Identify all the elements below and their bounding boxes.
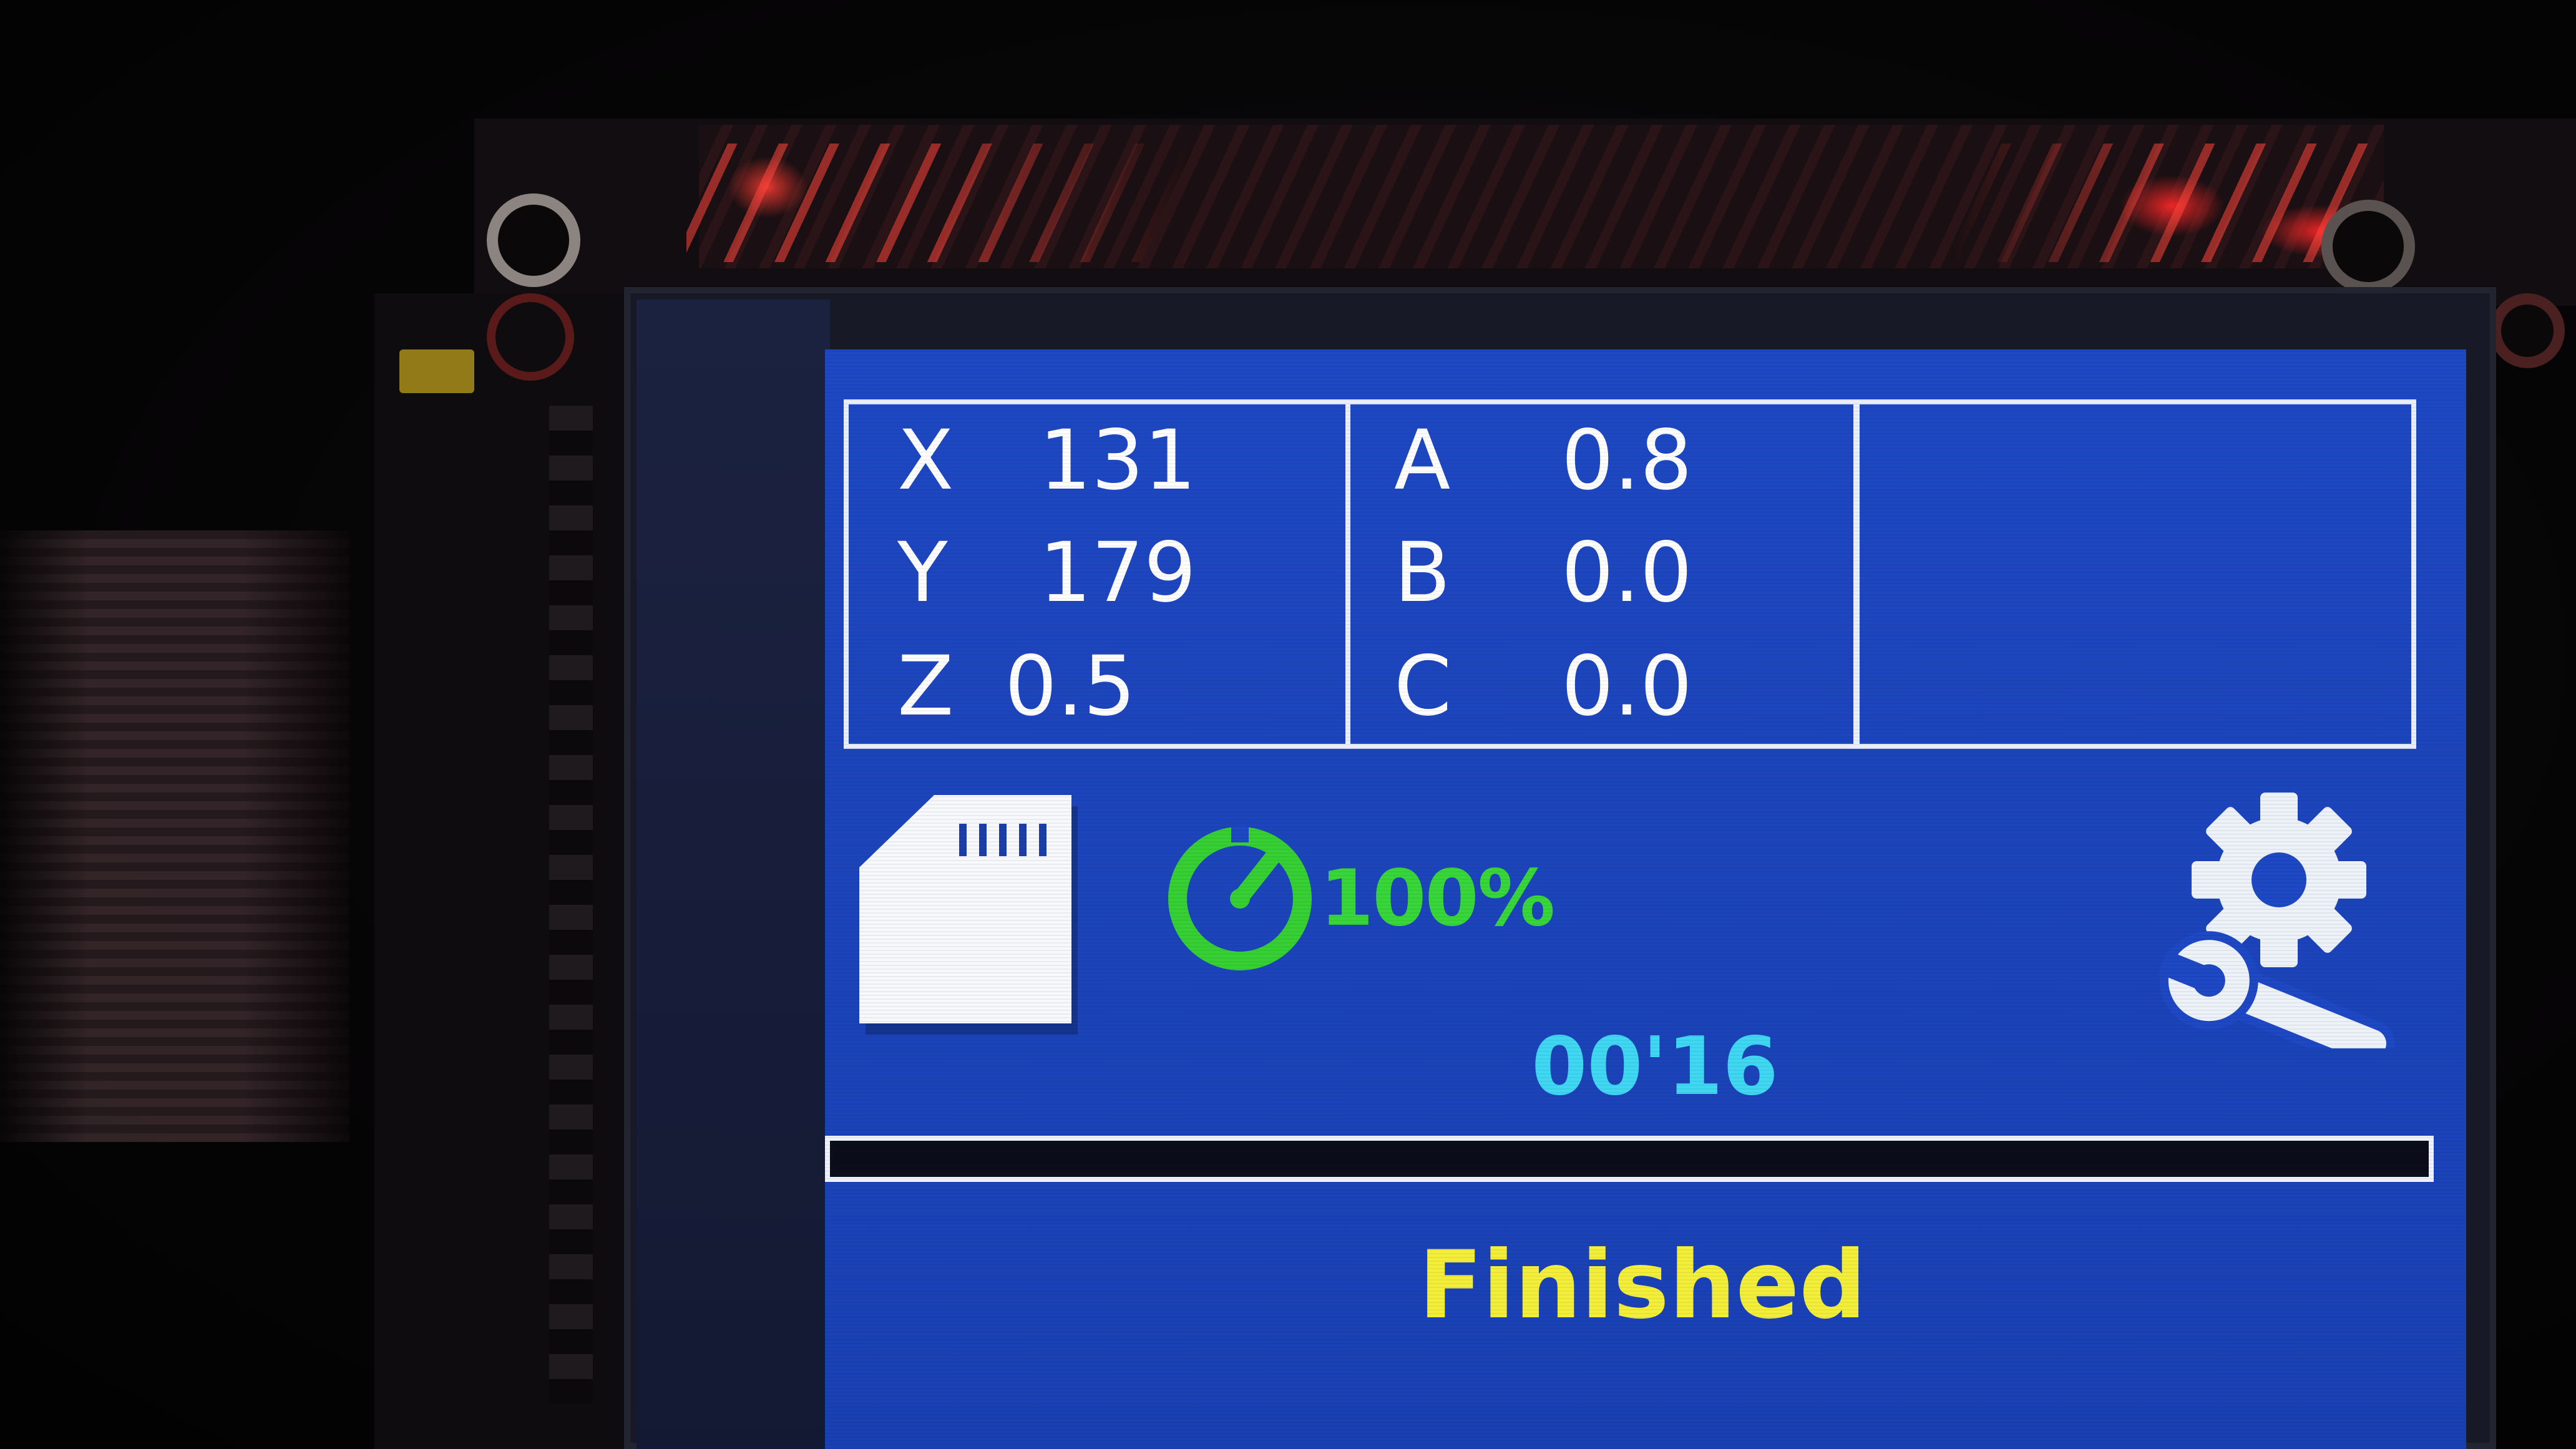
axis-row-x: X 131 <box>849 404 1345 517</box>
mounting-hole <box>2321 200 2415 293</box>
ribbon-cable <box>0 530 349 1142</box>
axis-row-b: B 0.0 <box>1350 517 1853 629</box>
sd-card-icon[interactable] <box>859 793 1084 1042</box>
axis-value-x: 131 <box>1039 412 1196 509</box>
axis-label-x: X <box>897 412 954 509</box>
axis-value-a: 0.8 <box>1561 412 1692 509</box>
mounting-hole <box>487 293 574 381</box>
axis-row-a: A 0.8 <box>1350 404 1853 517</box>
red-led-glow <box>686 144 2371 262</box>
axis-row-y: Y 179 <box>849 517 1345 629</box>
board-edge <box>374 293 665 1449</box>
axis-value-z: 0.5 <box>1005 638 1136 734</box>
abc-column: A 0.8 B 0.0 C 0.0 <box>1350 404 1860 744</box>
axis-position-panel: X 131 Y 179 Z 0.5 A 0.8 B 0.0 C 0.0 <box>844 399 2416 749</box>
mounting-hole <box>487 193 580 287</box>
lcd-glass-edge <box>637 300 830 1449</box>
axis-value-y: 179 <box>1039 525 1196 621</box>
progress-bar <box>825 1136 2434 1182</box>
axis-label-a: A <box>1394 412 1451 509</box>
axis-value-b: 0.0 <box>1561 525 1692 621</box>
smd-component <box>399 349 474 393</box>
axis-label-c: C <box>1394 638 1452 734</box>
axis-row-c: C 0.0 <box>1350 630 1853 743</box>
pin-row <box>549 406 593 1404</box>
axis-row-z: Z 0.5 <box>849 630 1345 743</box>
print-percent: 100% <box>1320 854 1555 944</box>
mounting-hole <box>2490 293 2565 368</box>
axis-label-y: Y <box>897 525 948 621</box>
axis-label-b: B <box>1394 525 1451 621</box>
print-progress-readout: 100% <box>1165 824 1555 973</box>
axis-label-z: Z <box>897 638 954 734</box>
empty-panel <box>1860 404 2411 744</box>
axis-value-c: 0.0 <box>1561 638 1692 734</box>
gauge-icon <box>1165 824 1315 973</box>
photo-scene: X 131 Y 179 Z 0.5 A 0.8 B 0.0 C 0.0 100%… <box>0 0 2576 1449</box>
progress-bar-fill <box>830 1141 2429 1177</box>
lcd-screen: X 131 Y 179 Z 0.5 A 0.8 B 0.0 C 0.0 100%… <box>825 349 2466 1449</box>
print-status: Finished <box>1418 1231 1866 1340</box>
xyz-column: X 131 Y 179 Z 0.5 <box>849 404 1350 744</box>
settings-icon[interactable] <box>2154 786 2404 1071</box>
elapsed-time: 00'16 <box>1531 1020 1778 1113</box>
